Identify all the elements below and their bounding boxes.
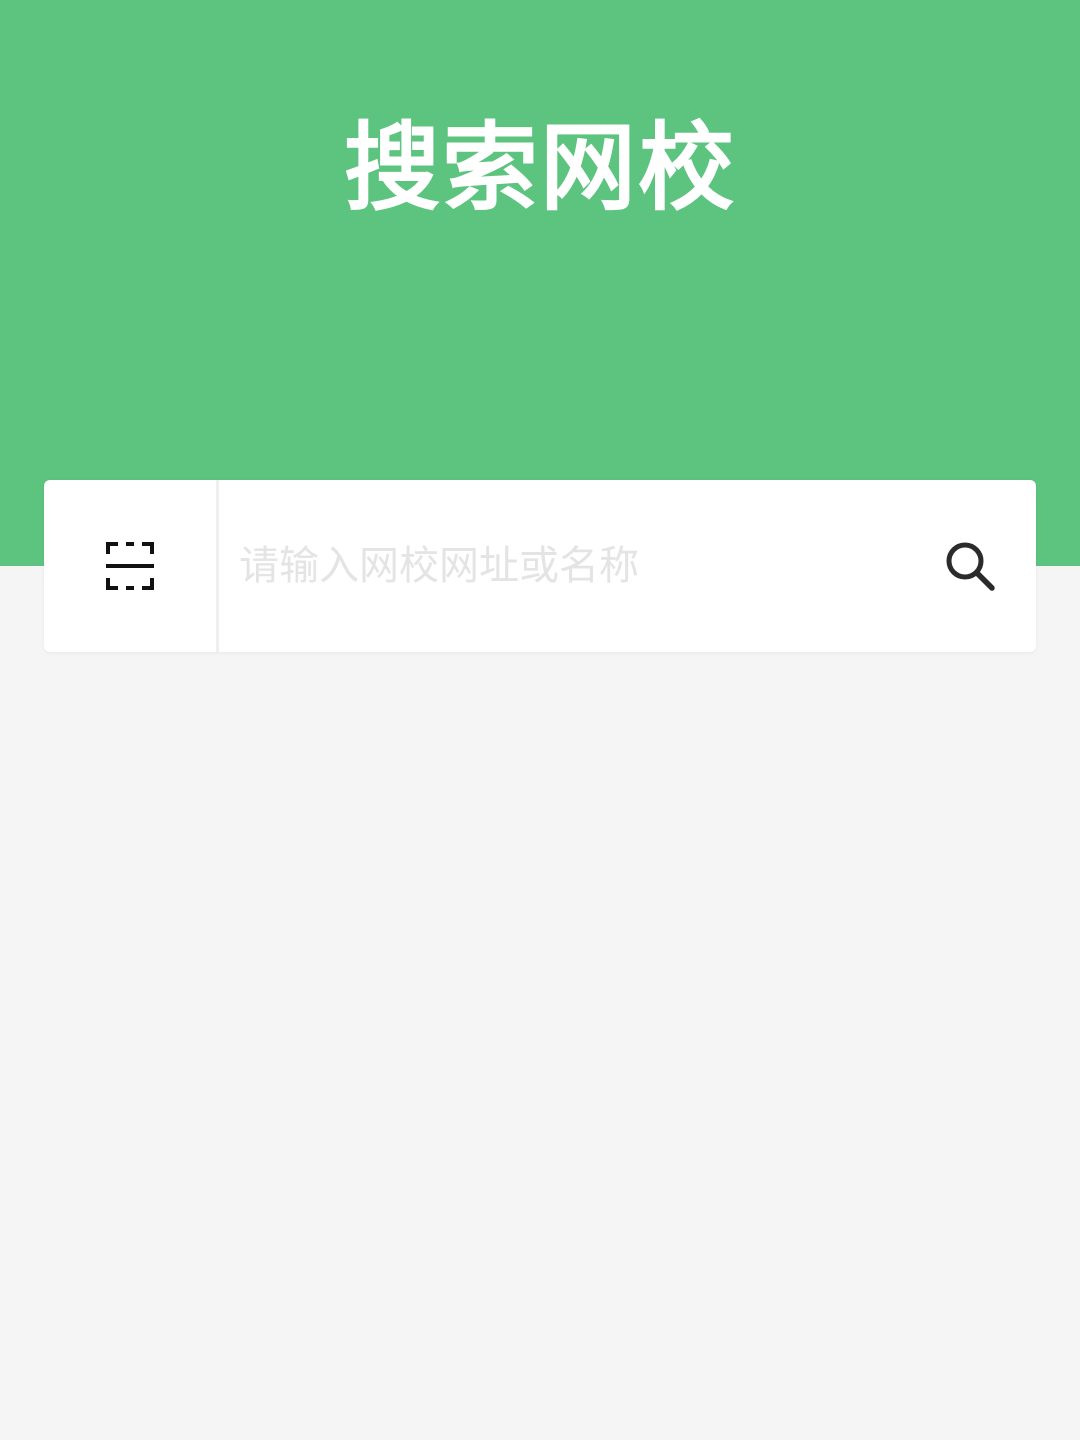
search-icon — [946, 542, 995, 591]
search-bar — [44, 480, 1036, 652]
search-button[interactable] — [904, 480, 1036, 652]
page-title: 搜索网校 — [344, 112, 736, 224]
scan-button[interactable] — [44, 480, 216, 652]
scan-icon — [106, 542, 154, 590]
search-input[interactable] — [219, 480, 904, 652]
